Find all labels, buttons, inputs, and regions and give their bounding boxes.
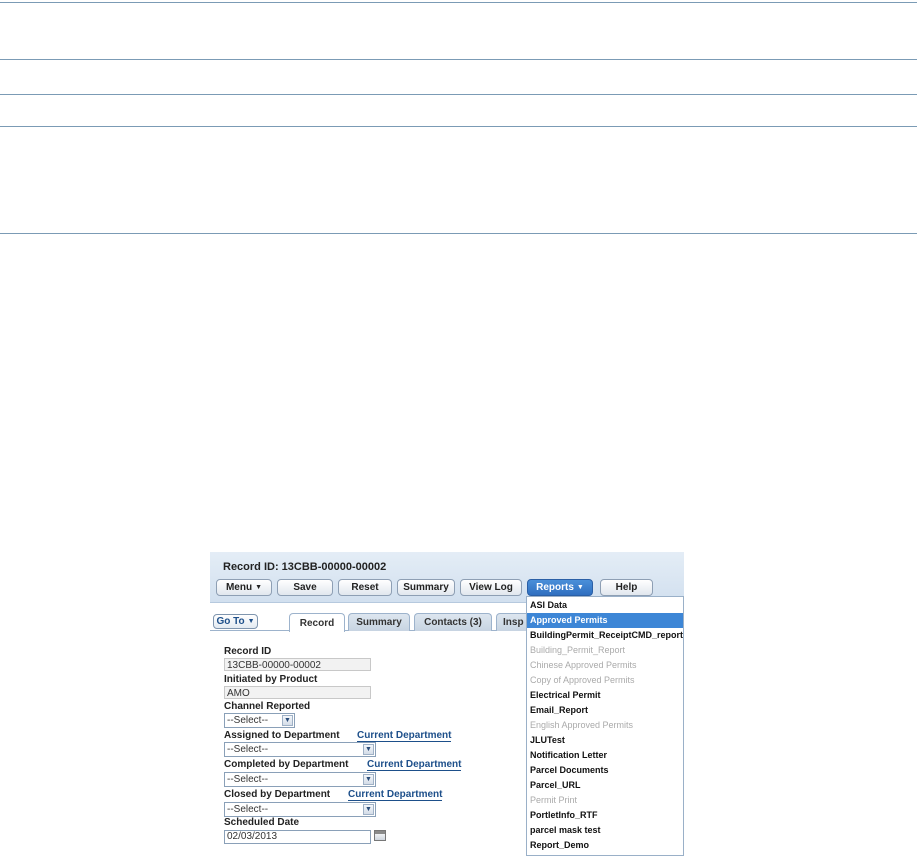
summary-button-label: Summary — [403, 582, 449, 593]
tab-record-label: Record — [299, 617, 335, 629]
record-id-label: Record ID — [224, 646, 272, 657]
reports-menu-item[interactable]: Report_Demo — [527, 838, 683, 853]
help-button-label: Help — [615, 582, 638, 593]
save-button-label: Save — [293, 582, 317, 593]
reports-menu-item[interactable]: Electrical Permit — [527, 688, 683, 703]
go-to-button[interactable]: Go To ▼ — [213, 614, 258, 629]
view-log-button-label: View Log — [469, 582, 513, 593]
reports-menu-item: English Approved Permits — [530, 720, 634, 730]
tab-record[interactable]: Record — [289, 613, 345, 632]
scheduled-date-input[interactable]: 02/03/2013 — [224, 830, 371, 844]
chevron-down-icon: ▼ — [255, 584, 263, 591]
reset-button-label: Reset — [351, 582, 379, 593]
assigned-current-department-link[interactable]: Current Department — [357, 730, 452, 742]
reset-button[interactable]: Reset — [338, 579, 392, 596]
reports-menu-item[interactable]: BuildingPermit_ReceiptCMD_report — [527, 628, 683, 643]
assigned-department-select[interactable]: --Select-- ▼ — [224, 742, 376, 757]
completed-department-value: --Select-- — [227, 774, 269, 785]
reports-menu-item[interactable]: parcel mask test — [527, 823, 683, 838]
closed-department-select[interactable]: --Select-- ▼ — [224, 802, 376, 817]
assigned-department-value: --Select-- — [227, 744, 269, 755]
reports-button-label: Reports — [536, 582, 574, 593]
chevron-down-icon: ▼ — [576, 584, 584, 591]
record-screenshot: Record ID: 13CBB-00000-00002 Menu ▼ Save… — [210, 552, 684, 856]
reports-menu-item[interactable]: JLUTest — [527, 733, 683, 748]
summary-button[interactable]: Summary — [397, 579, 455, 596]
chevron-down-icon: ▼ — [247, 618, 255, 625]
view-log-button[interactable]: View Log — [460, 579, 522, 596]
chevron-down-icon: ▼ — [282, 715, 293, 726]
reports-dropdown-menu: ASI Data Approved Permits BuildingPermit_R… — [526, 596, 684, 856]
reports-menu-item[interactable]: Parcel_URL — [527, 778, 683, 793]
reports-menu-item: Copy of Approved Permits — [530, 675, 635, 685]
help-button[interactable]: Help — [600, 579, 653, 596]
divider-line-5 — [0, 233, 917, 234]
menu-button[interactable]: Menu ▼ — [216, 579, 272, 596]
divider-line-4 — [0, 126, 917, 127]
divider-line-3 — [0, 94, 917, 95]
reports-menu-item[interactable]: Parcel Documents — [527, 763, 683, 778]
divider-line-2 — [0, 59, 917, 60]
channel-reported-label: Channel Reported — [224, 701, 311, 712]
reports-button[interactable]: Reports ▼ — [527, 579, 593, 596]
reports-menu-item[interactable]: Approved Permits — [527, 613, 683, 628]
initiated-by-product-field: AMO — [224, 686, 371, 699]
reports-menu-item: Chinese Approved Permits — [530, 660, 637, 670]
completed-department-label: Completed by Department — [224, 759, 349, 770]
menu-button-label: Menu — [225, 582, 253, 593]
save-button[interactable]: Save — [277, 579, 333, 596]
channel-reported-value: --Select-- — [227, 715, 269, 726]
reports-menu-item[interactable]: PortletInfo_RTF — [527, 808, 683, 823]
completed-current-department-link[interactable]: Current Department — [367, 759, 462, 771]
channel-reported-select[interactable]: --Select-- ▼ — [224, 713, 295, 728]
chevron-down-icon: ▼ — [363, 744, 374, 755]
tab-inspections-label: Insp — [503, 617, 524, 628]
tab-contacts[interactable]: Contacts (3) — [414, 613, 492, 631]
reports-menu-item: Permit Print — [530, 795, 578, 805]
reports-menu-item[interactable]: Notification Letter — [527, 748, 683, 763]
record-title: Record ID: 13CBB-00000-00002 — [223, 561, 387, 573]
divider-line-1 — [0, 2, 917, 3]
tab-summary-label: Summary — [356, 617, 402, 628]
reports-menu-item: Building_Permit_Report — [530, 645, 626, 655]
chevron-down-icon: ▼ — [363, 774, 374, 785]
assigned-department-label: Assigned to Department — [224, 730, 340, 741]
record-id-field: 13CBB-00000-00002 — [224, 658, 371, 671]
closed-department-value: --Select-- — [227, 804, 269, 815]
reports-menu-item[interactable]: ASI Data — [527, 598, 683, 613]
go-to-label: Go To — [216, 616, 245, 627]
tab-contacts-label: Contacts (3) — [424, 617, 482, 628]
closed-department-label: Closed by Department — [224, 789, 331, 800]
tab-summary[interactable]: Summary — [348, 613, 410, 631]
reports-menu-item[interactable]: Email_Report — [527, 703, 683, 718]
closed-current-department-link[interactable]: Current Department — [348, 789, 443, 801]
calendar-icon[interactable] — [374, 830, 386, 841]
scheduled-date-label: Scheduled Date — [224, 817, 300, 828]
completed-department-select[interactable]: --Select-- ▼ — [224, 772, 376, 787]
chevron-down-icon: ▼ — [363, 804, 374, 815]
initiated-by-product-label: Initiated by Product — [224, 674, 318, 685]
